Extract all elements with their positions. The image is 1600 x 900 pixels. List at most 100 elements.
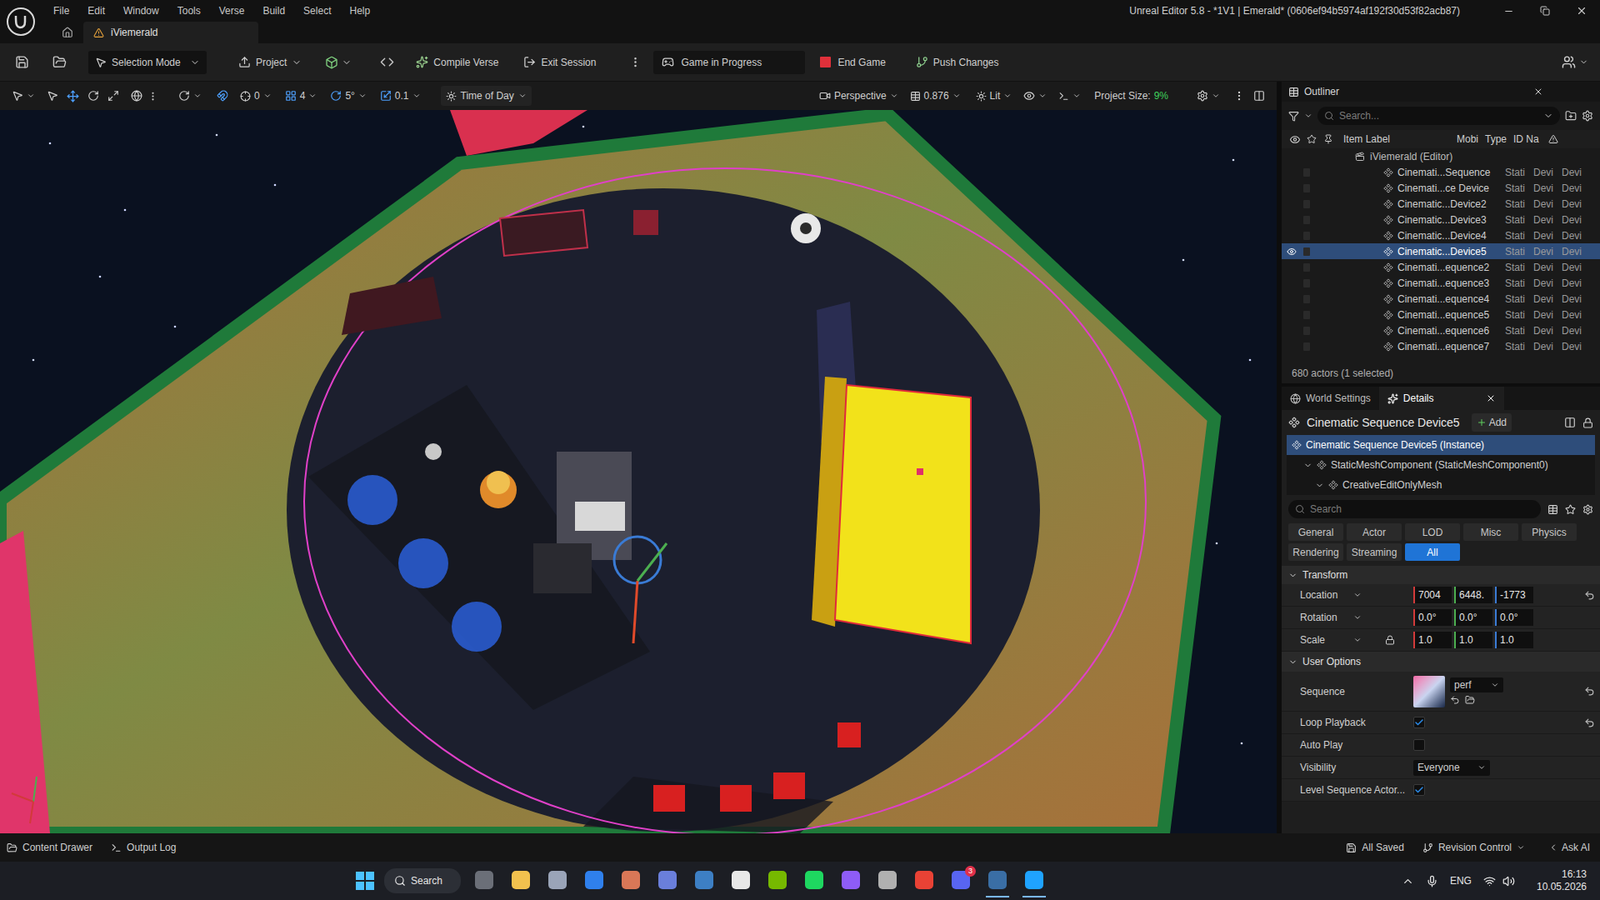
taskbar-app[interactable] [912, 864, 936, 898]
favorites-icon[interactable] [1565, 504, 1576, 515]
expand-icon[interactable] [1303, 460, 1313, 470]
add-component-button[interactable]: Add [1471, 413, 1512, 432]
browse-icon[interactable] [52, 55, 67, 70]
surface-snap-dropdown[interactable] [178, 90, 202, 102]
save-icon[interactable] [15, 55, 30, 70]
expand-icon[interactable] [1315, 480, 1325, 490]
outliner-row[interactable]: Cinemati...equence3StatiDeviDevi [1281, 275, 1600, 291]
add-dropdown[interactable] [325, 55, 352, 70]
taskbar-app[interactable] [472, 864, 496, 898]
volume-icon[interactable] [1502, 875, 1515, 888]
snap-icon[interactable] [216, 90, 229, 102]
property-matrix-icon[interactable] [1547, 504, 1559, 515]
translate-icon[interactable] [66, 90, 80, 103]
visible-icon[interactable] [1286, 246, 1297, 257]
pin-slot[interactable] [1303, 326, 1310, 335]
revision-control-button[interactable]: Revision Control [1422, 840, 1525, 855]
filter-icon[interactable] [1288, 110, 1300, 122]
pointer-icon[interactable] [46, 90, 59, 102]
scale-icon[interactable] [107, 90, 120, 102]
outliner-row[interactable]: Cinemati...ce DeviceStatiDeviDevi [1281, 180, 1600, 196]
start-button[interactable] [355, 871, 375, 890]
reset-icon[interactable] [1584, 590, 1595, 601]
more-icon[interactable] [629, 55, 642, 69]
wifi-icon[interactable] [1483, 875, 1496, 888]
show-dropdown[interactable] [1023, 90, 1047, 102]
reset-icon[interactable] [1584, 685, 1595, 697]
taskbar-app[interactable] [765, 864, 790, 898]
column-header[interactable]: ID Na [1513, 131, 1547, 147]
sequence-thumbnail[interactable] [1413, 675, 1445, 708]
minimize-button[interactable] [1490, 0, 1527, 22]
menu-item[interactable]: Help [342, 1, 377, 20]
menu-item[interactable]: Tools [170, 1, 208, 20]
taskbar-app[interactable] [839, 864, 863, 898]
blueprint-icon[interactable] [1564, 416, 1576, 429]
restore-button[interactable] [1526, 0, 1564, 22]
angle-snap-dropdown[interactable]: 5° [330, 88, 366, 104]
camera-speed-dropdown[interactable]: 0.876 [910, 88, 961, 104]
taskbar-app[interactable] [509, 864, 533, 898]
close-tab-icon[interactable] [1533, 86, 1544, 97]
select-tool-dropdown[interactable] [11, 90, 35, 102]
details-search[interactable]: Search [1288, 500, 1541, 519]
panel-tab[interactable]: World Settings [1281, 386, 1380, 410]
outliner-root-row[interactable]: iViemerald (Editor) [1281, 148, 1600, 165]
view-dropdown[interactable]: Perspective [819, 88, 899, 104]
filter-tab[interactable]: Physics [1521, 523, 1577, 541]
component-row[interactable]: StaticMeshComponent (StaticMeshComponent… [1286, 455, 1595, 475]
panel-tab[interactable]: Details [1379, 386, 1505, 410]
component-row[interactable]: CreativeEditOnlyMesh [1286, 475, 1595, 495]
chevron-icon[interactable] [1304, 111, 1313, 120]
filter-tab[interactable]: Actor [1346, 523, 1402, 541]
vector-field[interactable]: -1773 [1495, 586, 1534, 604]
filter-tab[interactable]: LOD [1405, 523, 1460, 541]
visibility-column-icon[interactable] [1286, 134, 1304, 145]
mode-dropdown[interactable]: Selection Mode [88, 50, 207, 75]
taskbar-app[interactable] [985, 864, 1010, 898]
column-header[interactable]: Item Label [1343, 131, 1457, 147]
taskbar-app[interactable] [1022, 864, 1046, 898]
outliner-row[interactable]: Cinemati...equence7StatiDeviDevi [1281, 338, 1600, 355]
language[interactable]: ENG [1450, 873, 1472, 889]
taskbar-app[interactable] [692, 864, 716, 898]
taskbar-app[interactable] [729, 864, 753, 898]
transform-mode-dropdown[interactable]: Rotation [1300, 610, 1367, 625]
view-mode-dropdown[interactable]: Lit [975, 88, 1013, 104]
outliner-row[interactable]: Cinematic...Device5StatiDeviDevi [1281, 243, 1600, 260]
outliner-row[interactable]: Cinemati...equence4StatiDeviDevi [1281, 290, 1600, 307]
collab-dropdown[interactable] [1561, 55, 1589, 70]
exit-session-button[interactable]: Exit Session [523, 55, 596, 70]
outliner-row[interactable]: Cinemati...equence6StatiDeviDevi [1281, 322, 1600, 339]
outliner-row[interactable]: Cinematic...Device4StatiDeviDevi [1281, 227, 1600, 244]
more-icon[interactable] [147, 90, 159, 102]
pin-slot[interactable] [1303, 342, 1310, 351]
section-header[interactable]: User Options [1281, 651, 1600, 672]
taskbar-app[interactable] [802, 864, 826, 898]
ask-ai-button[interactable]: Ask AI [1548, 840, 1590, 855]
vector-field[interactable]: 6448. [1454, 586, 1493, 604]
menu-item[interactable]: Verse [212, 1, 252, 20]
vector-field[interactable]: 1.0 [1413, 631, 1452, 649]
settings-icon[interactable] [1582, 504, 1594, 515]
pin-slot[interactable] [1303, 263, 1310, 272]
filter-tab[interactable]: Misc [1463, 523, 1519, 541]
pin-slot[interactable] [1303, 215, 1310, 225]
checkbox[interactable] [1413, 739, 1425, 751]
pin-slot[interactable] [1303, 295, 1310, 304]
filter-tab[interactable]: General [1288, 523, 1344, 541]
mic-icon[interactable] [1425, 875, 1439, 888]
document-tab[interactable]: iViemerald [83, 21, 259, 44]
transform-mode-dropdown[interactable]: Scale [1300, 632, 1367, 648]
outliner-row[interactable]: Cinematic...Device3StatiDeviDevi [1281, 211, 1600, 228]
new-folder-icon[interactable] [1565, 110, 1577, 122]
clock[interactable]: 16:1310.05.2026 [1536, 868, 1587, 894]
taskbar-app[interactable] [619, 864, 643, 898]
filter-tab[interactable]: Streaming [1346, 543, 1402, 561]
close-tab-icon[interactable] [1485, 393, 1496, 404]
checkbox[interactable] [1413, 716, 1425, 729]
vector-field[interactable]: 7004 [1413, 586, 1452, 604]
pin-slot[interactable] [1303, 200, 1310, 209]
grid-dropdown[interactable]: 4 [285, 88, 318, 104]
scale-snap-dropdown[interactable]: 0.1 [380, 88, 421, 104]
